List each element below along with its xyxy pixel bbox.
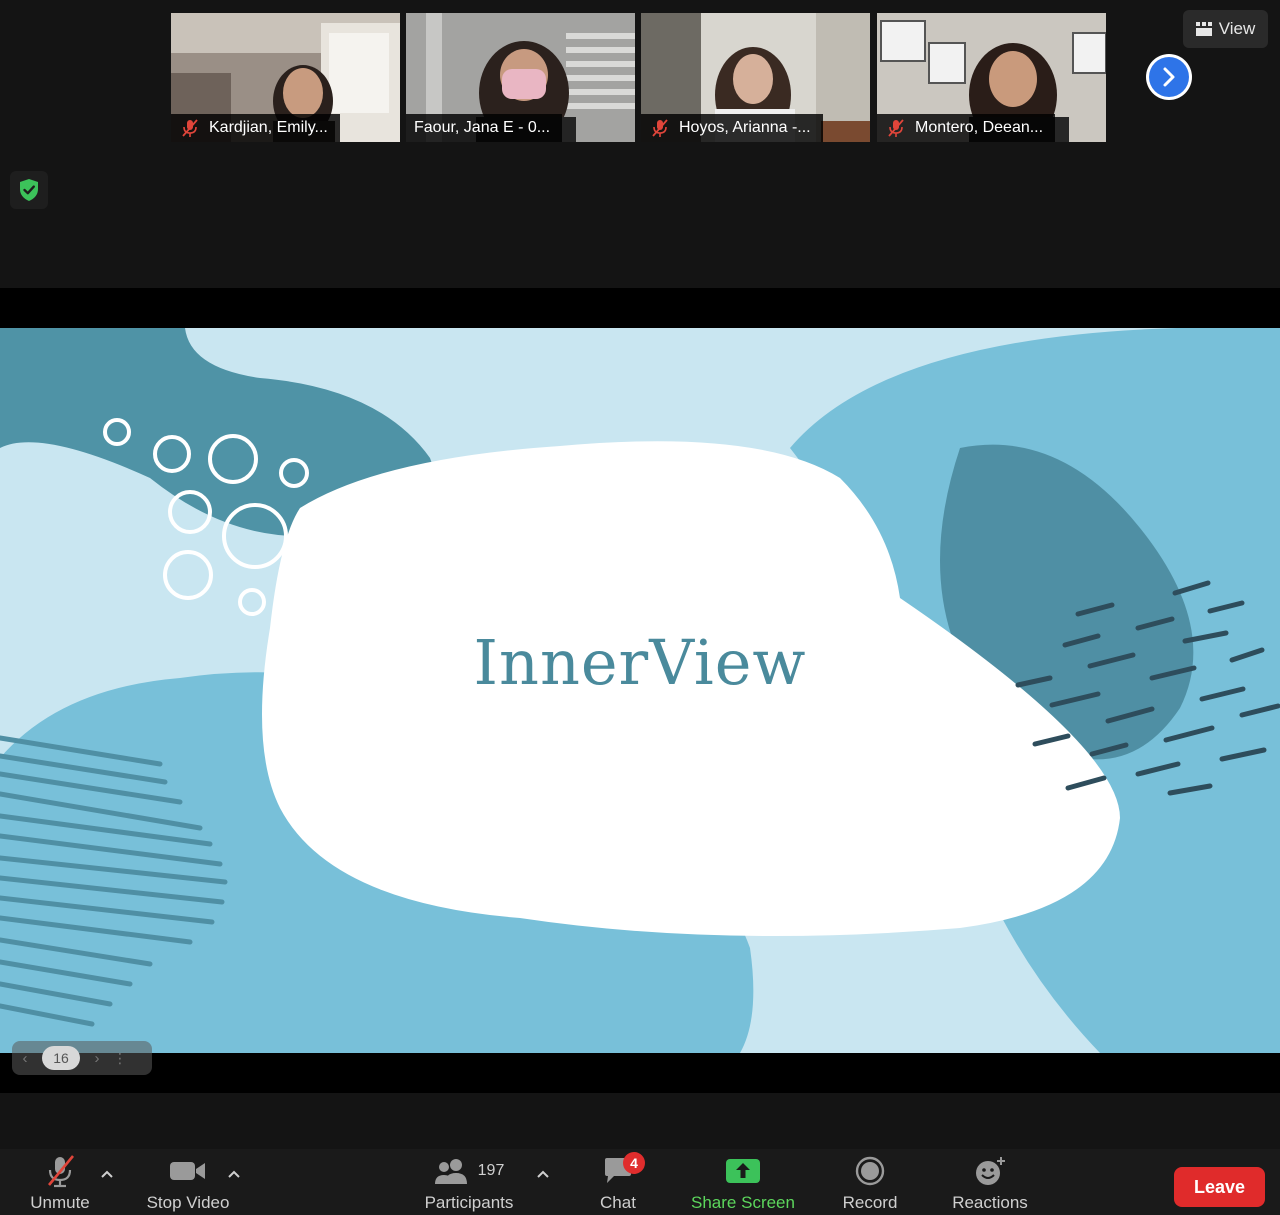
stop-video-button[interactable]: Stop Video	[138, 1149, 238, 1215]
reactions-label: Reactions	[952, 1193, 1028, 1212]
next-slide-button[interactable]: ›	[84, 1050, 110, 1067]
participants-count: 197	[477, 1162, 505, 1179]
participants-button[interactable]: 197 Participants	[415, 1149, 523, 1215]
more-options-icon[interactable]: ⋮	[110, 1050, 130, 1067]
participant-tile[interactable]: Faour, Jana E - 0...	[406, 13, 635, 142]
grid-view-icon	[1195, 22, 1212, 36]
participant-name: Hoyos, Arianna -...	[679, 119, 811, 136]
participant-nameplate: Hoyos, Arianna -...	[641, 114, 823, 142]
participant-tile[interactable]: Kardjian, Emily...	[171, 13, 400, 142]
chevron-right-icon	[1163, 67, 1175, 87]
view-button[interactable]: View	[1183, 10, 1268, 48]
reactions-icon	[976, 1157, 1005, 1185]
slide-page-number: 16	[42, 1046, 80, 1070]
participant-tile[interactable]: Hoyos, Arianna -...	[641, 13, 870, 142]
leave-button[interactable]: Leave	[1174, 1167, 1265, 1207]
record-icon	[855, 1156, 885, 1186]
mic-muted-icon	[888, 119, 904, 137]
share-screen-button[interactable]: Share Screen	[683, 1149, 803, 1215]
caret-up-icon[interactable]	[536, 1168, 550, 1180]
record-label: Record	[842, 1193, 898, 1212]
unmute-button[interactable]: Unmute	[20, 1149, 100, 1215]
view-button-label: View	[1218, 19, 1256, 38]
reactions-button[interactable]: Reactions	[945, 1149, 1035, 1215]
chat-unread-badge: 4	[623, 1152, 645, 1174]
slide-title: InnerView	[473, 626, 807, 699]
video-icon	[170, 1162, 205, 1180]
share-screen-label: Share Screen	[691, 1193, 795, 1212]
share-screen-icon	[726, 1159, 760, 1183]
chat-label: Chat	[600, 1193, 636, 1212]
participant-name: Faour, Jana E - 0...	[414, 119, 551, 136]
participant-name: Montero, Deean...	[915, 119, 1044, 136]
unmute-label: Unmute	[30, 1193, 90, 1212]
previous-slide-button[interactable]: ‹	[12, 1050, 38, 1067]
next-participants-button-inner	[1149, 57, 1189, 97]
participant-tile[interactable]: Montero, Deean...	[877, 13, 1106, 142]
meeting-security-indicator[interactable]	[10, 171, 48, 209]
caret-up-icon[interactable]	[100, 1168, 114, 1180]
participant-nameplate: Kardjian, Emily...	[171, 114, 340, 142]
participant-nameplate: Montero, Deean...	[877, 114, 1056, 142]
record-button[interactable]: Record	[835, 1149, 905, 1215]
stop-video-label: Stop Video	[146, 1193, 230, 1212]
participant-nameplate: Faour, Jana E - 0...	[406, 114, 563, 142]
presentation-slide: InnerView	[0, 328, 1280, 1053]
participant-name: Kardjian, Emily...	[209, 119, 328, 136]
next-participants-button[interactable]	[1146, 54, 1192, 100]
shared-screen: InnerView	[0, 288, 1280, 1093]
caret-up-icon[interactable]	[227, 1168, 241, 1180]
mic-muted-icon	[652, 119, 668, 137]
slide-page-control[interactable]: ‹ 16 › ⋮	[12, 1041, 152, 1075]
participants-icon	[434, 1159, 467, 1184]
mic-muted-icon	[47, 1155, 75, 1188]
mic-muted-icon	[182, 119, 198, 137]
shield-check-icon	[20, 179, 38, 201]
participants-label: Participants	[424, 1193, 514, 1212]
